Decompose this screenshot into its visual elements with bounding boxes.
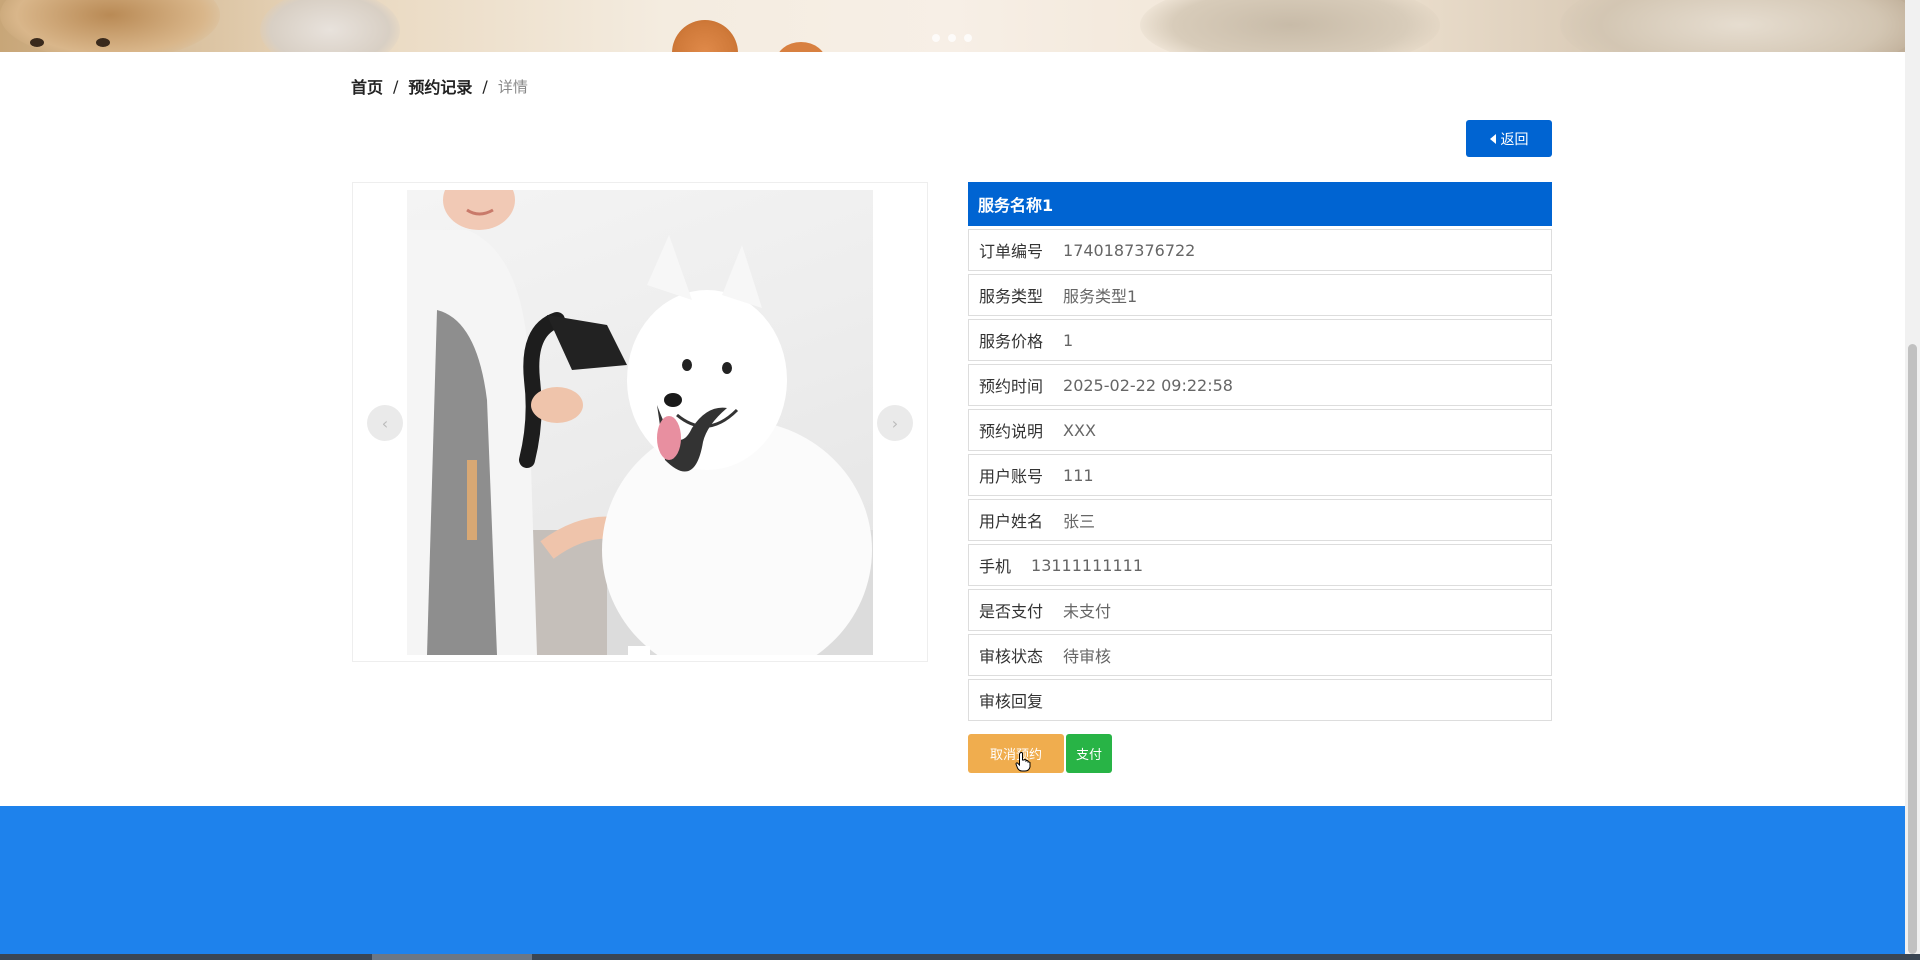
detail-row-value: 张三	[1063, 512, 1096, 531]
detail-row-label: 用户账号	[979, 467, 1044, 486]
detail-row-label: 订单编号	[979, 242, 1044, 261]
banner-dot[interactable]	[964, 34, 972, 42]
detail-row-value: 未支付	[1063, 602, 1112, 621]
detail-row: 是否支付 未支付	[968, 589, 1552, 631]
detail-row-label: 手机	[979, 557, 1012, 576]
breadcrumb-separator: /	[482, 76, 488, 96]
breadcrumb-home-link[interactable]: 首页	[351, 74, 383, 98]
top-banner	[0, 0, 1905, 52]
detail-row-label: 服务类型	[979, 287, 1044, 306]
pay-button[interactable]: 支付	[1066, 734, 1112, 773]
banner-dot[interactable]	[948, 34, 956, 42]
banner-indicators[interactable]	[932, 34, 972, 42]
detail-row-label: 审核状态	[979, 647, 1044, 666]
hand-cursor-icon	[1015, 752, 1031, 772]
order-actions: 取消预约 支付	[968, 734, 1112, 773]
service-photo	[407, 190, 873, 655]
horizontal-scrollbar[interactable]	[0, 954, 1920, 960]
detail-row: 手机 13111111111	[968, 544, 1552, 586]
detail-row-value: 2025-02-22 09:22:58	[1063, 375, 1233, 395]
detail-row-value: 13111111111	[1031, 555, 1143, 575]
vertical-scrollbar[interactable]	[1905, 0, 1920, 954]
horizontal-scrollbar-thumb[interactable]	[372, 954, 532, 960]
caret-left-icon	[1489, 133, 1496, 144]
detail-row: 预约时间 2025-02-22 09:22:58	[968, 364, 1552, 406]
detail-row: 服务价格 1	[968, 319, 1552, 361]
detail-row: 审核回复	[968, 679, 1552, 721]
detail-row: 预约说明 XXX	[968, 409, 1552, 451]
detail-row-label: 服务价格	[979, 332, 1044, 351]
detail-row: 订单编号 1740187376722	[968, 229, 1552, 271]
breadcrumb: 首页 / 预约记录 / 详情	[351, 74, 528, 98]
banner-dot[interactable]	[932, 34, 940, 42]
detail-row: 审核状态 待审核	[968, 634, 1552, 676]
image-carousel: ‹ ›	[352, 182, 928, 662]
order-detail-panel: 服务名称1 订单编号 1740187376722 服务类型 服务类型1 服务价格 1 预约时…	[968, 182, 1552, 721]
breadcrumb-separator: /	[393, 76, 399, 96]
carousel-indicator[interactable]	[628, 646, 650, 655]
service-name-title: 服务名称1	[968, 182, 1552, 226]
breadcrumb-records-link[interactable]: 预约记录	[408, 74, 472, 98]
page-footer	[0, 806, 1905, 954]
breadcrumb-current: 详情	[497, 77, 528, 96]
detail-row-value: 111	[1063, 465, 1094, 485]
detail-row: 用户姓名 张三	[968, 499, 1552, 541]
detail-row: 用户账号 111	[968, 454, 1552, 496]
detail-row-label: 审核回复	[979, 692, 1044, 711]
detail-row-value: 1	[1063, 330, 1074, 350]
detail-row-value: 1740187376722	[1063, 240, 1196, 260]
carousel-prev-button[interactable]: ‹	[367, 405, 403, 441]
detail-row-label: 预约说明	[979, 422, 1044, 441]
detail-row-label: 是否支付	[979, 602, 1044, 621]
carousel-next-button[interactable]: ›	[877, 405, 913, 441]
detail-row-value: 待审核	[1063, 647, 1112, 666]
detail-row-value: XXX	[1063, 420, 1096, 440]
back-button[interactable]: 返回	[1466, 120, 1552, 157]
detail-row-label: 预约时间	[979, 377, 1044, 396]
detail-row-label: 用户姓名	[979, 512, 1044, 531]
detail-row-value: 服务类型1	[1063, 287, 1138, 306]
groomer-dog-illustration	[407, 190, 873, 655]
back-button-label: 返回	[1500, 131, 1529, 148]
detail-row: 服务类型 服务类型1	[968, 274, 1552, 316]
vertical-scrollbar-thumb[interactable]	[1908, 344, 1917, 954]
